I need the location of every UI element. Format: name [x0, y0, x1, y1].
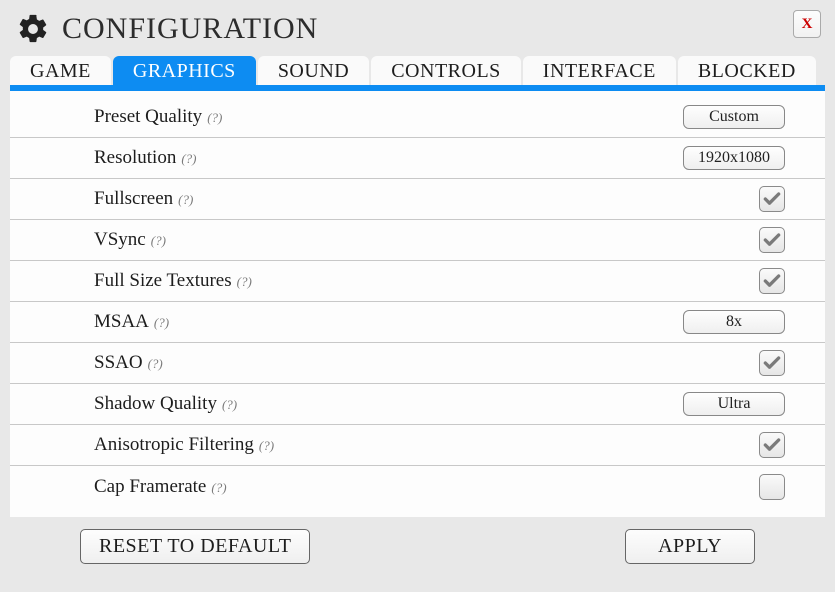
- setting-label: MSAA (?): [94, 311, 169, 333]
- setting-label-text: Preset Quality: [94, 106, 202, 128]
- help-icon[interactable]: (?): [154, 315, 169, 331]
- setting-label-text: MSAA: [94, 311, 149, 333]
- setting-control: [677, 474, 785, 500]
- footer: RESET TO DEFAULT APPLY: [0, 517, 835, 564]
- setting-control: [677, 227, 785, 253]
- apply-button[interactable]: APPLY: [625, 529, 755, 564]
- tab-interface[interactable]: INTERFACE: [523, 56, 676, 85]
- help-icon[interactable]: (?): [237, 274, 252, 290]
- setting-label-text: SSAO: [94, 352, 143, 374]
- setting-label-text: Cap Framerate: [94, 476, 206, 498]
- close-button[interactable]: X: [793, 10, 821, 38]
- setting-control: [677, 350, 785, 376]
- tab-label: BLOCKED: [698, 60, 796, 82]
- tab-graphics[interactable]: GRAPHICS: [113, 56, 256, 85]
- setting-label: Shadow Quality (?): [94, 393, 237, 415]
- setting-control: [677, 432, 785, 458]
- settings-panel: Preset Quality (?) Custom Resolution (?) 1920…: [10, 91, 825, 517]
- setting-control: [677, 268, 785, 294]
- tab-game[interactable]: GAME: [10, 56, 111, 85]
- shadow-quality-select[interactable]: Ultra: [683, 392, 785, 416]
- setting-label: SSAO (?): [94, 352, 163, 374]
- fullscreen-checkbox[interactable]: [759, 186, 785, 212]
- setting-control: Custom: [677, 105, 785, 129]
- tab-controls[interactable]: CONTROLS: [371, 56, 521, 85]
- tab-sound[interactable]: SOUND: [258, 56, 369, 85]
- setting-label: Preset Quality (?): [94, 106, 222, 128]
- setting-row-ssao: SSAO (?): [10, 343, 825, 384]
- setting-row-shadow-quality: Shadow Quality (?) Ultra: [10, 384, 825, 425]
- vsync-checkbox[interactable]: [759, 227, 785, 253]
- help-icon[interactable]: (?): [148, 356, 163, 372]
- tab-label: CONTROLS: [391, 60, 501, 82]
- gear-icon: [16, 12, 50, 46]
- full-size-textures-checkbox[interactable]: [759, 268, 785, 294]
- window-title: CONFIGURATION: [62, 12, 318, 46]
- setting-label: Anisotropic Filtering (?): [94, 434, 274, 456]
- setting-label-text: Resolution: [94, 147, 176, 169]
- help-icon[interactable]: (?): [259, 438, 274, 454]
- resolution-select[interactable]: 1920x1080: [683, 146, 785, 170]
- help-icon[interactable]: (?): [178, 192, 193, 208]
- tab-label: INTERFACE: [543, 60, 656, 82]
- help-icon[interactable]: (?): [211, 480, 226, 496]
- help-icon[interactable]: (?): [151, 233, 166, 249]
- tab-label: SOUND: [278, 60, 349, 82]
- setting-label-text: VSync: [94, 229, 146, 251]
- setting-row-resolution: Resolution (?) 1920x1080: [10, 138, 825, 179]
- configuration-window: CONFIGURATION X GAME GRAPHICS SOUND CONTROL…: [0, 0, 835, 592]
- cap-framerate-checkbox[interactable]: [759, 474, 785, 500]
- tab-blocked[interactable]: BLOCKED: [678, 56, 816, 85]
- tab-label: GRAPHICS: [133, 60, 236, 82]
- setting-row-anisotropic-filtering: Anisotropic Filtering (?): [10, 425, 825, 466]
- setting-label: Fullscreen (?): [94, 188, 193, 210]
- setting-label: Resolution (?): [94, 147, 197, 169]
- setting-row-fullscreen: Fullscreen (?): [10, 179, 825, 220]
- reset-to-default-button[interactable]: RESET TO DEFAULT: [80, 529, 310, 564]
- setting-row-vsync: VSync (?): [10, 220, 825, 261]
- setting-label: Cap Framerate (?): [94, 476, 227, 498]
- help-icon[interactable]: (?): [222, 397, 237, 413]
- setting-label-text: Fullscreen: [94, 188, 173, 210]
- setting-label: VSync (?): [94, 229, 166, 251]
- setting-control: Ultra: [677, 392, 785, 416]
- preset-quality-select[interactable]: Custom: [683, 105, 785, 129]
- msaa-select[interactable]: 8x: [683, 310, 785, 334]
- setting-row-msaa: MSAA (?) 8x: [10, 302, 825, 343]
- help-icon[interactable]: (?): [181, 151, 196, 167]
- setting-label-text: Anisotropic Filtering: [94, 434, 254, 456]
- setting-control: 8x: [677, 310, 785, 334]
- setting-row-full-size-textures: Full Size Textures (?): [10, 261, 825, 302]
- setting-label-text: Full Size Textures: [94, 270, 232, 292]
- tab-label: GAME: [30, 60, 91, 82]
- tab-bar: GAME GRAPHICS SOUND CONTROLS INTERFACE BLOCKE…: [0, 56, 835, 85]
- anisotropic-filtering-checkbox[interactable]: [759, 432, 785, 458]
- setting-label-text: Shadow Quality: [94, 393, 217, 415]
- setting-control: [677, 186, 785, 212]
- help-icon[interactable]: (?): [207, 110, 222, 126]
- setting-control: 1920x1080: [677, 146, 785, 170]
- setting-row-preset-quality: Preset Quality (?) Custom: [10, 97, 825, 138]
- setting-label: Full Size Textures (?): [94, 270, 252, 292]
- window-header: CONFIGURATION: [0, 0, 835, 56]
- setting-row-cap-framerate: Cap Framerate (?): [10, 466, 825, 507]
- ssao-checkbox[interactable]: [759, 350, 785, 376]
